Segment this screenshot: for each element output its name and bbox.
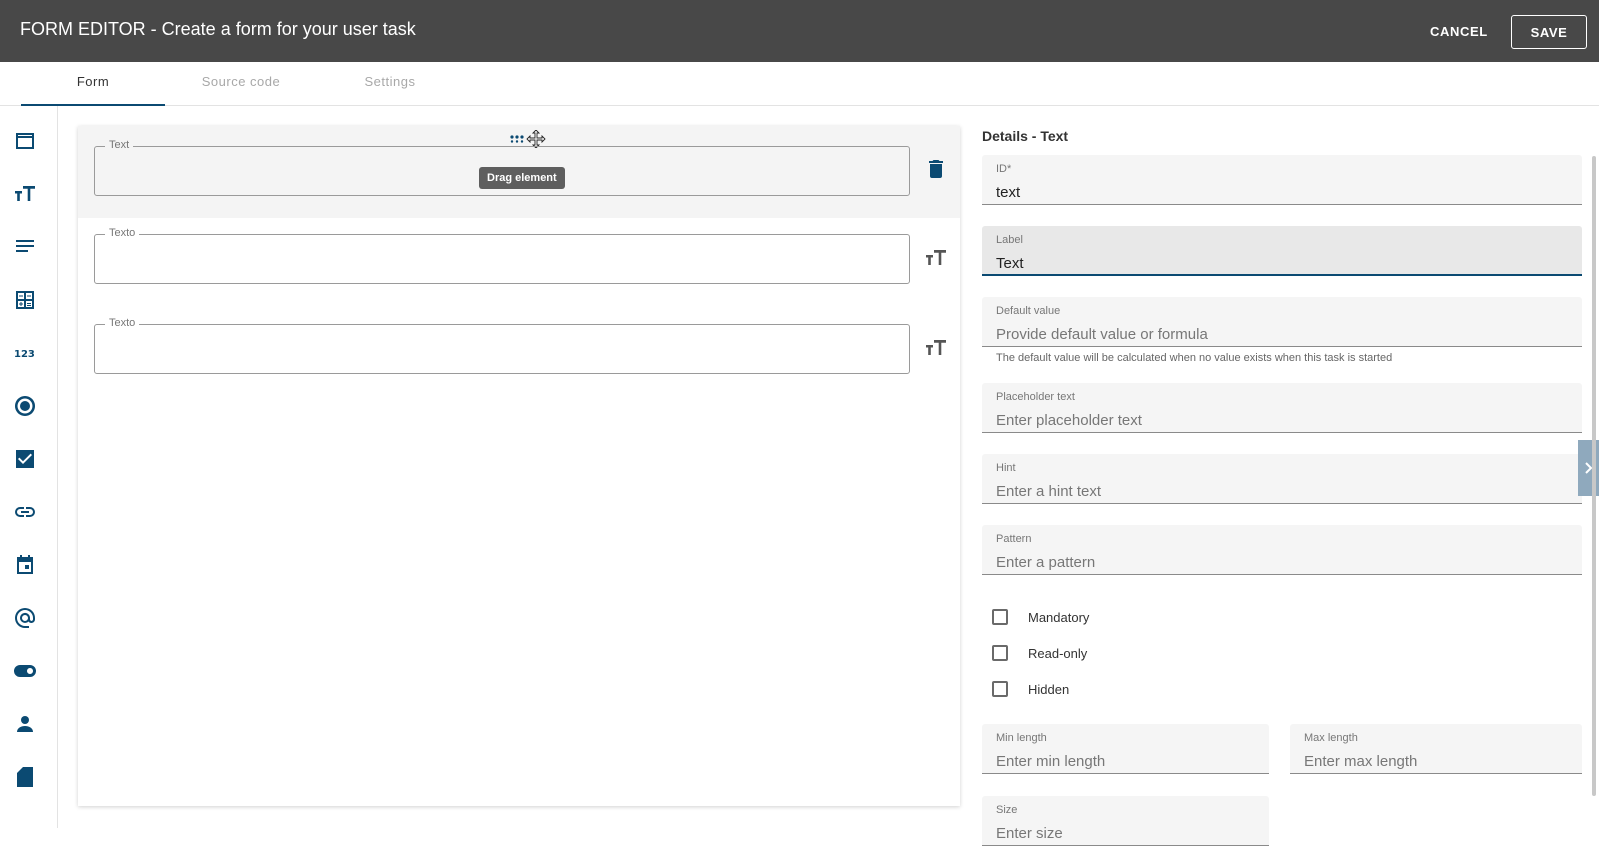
hint-placeholder: Enter a hint text	[996, 483, 1102, 500]
max-length-label: Max length	[1304, 732, 1358, 744]
default-value-hint: The default value will be calculated whe…	[996, 352, 1393, 364]
link-icon[interactable]	[12, 499, 38, 525]
delete-icon[interactable]	[924, 157, 948, 181]
read-only-checkbox-row[interactable]: Read-only	[992, 643, 1087, 663]
calculator-icon[interactable]	[12, 287, 38, 313]
field-label: Texto	[105, 227, 140, 239]
tab-source-code[interactable]: Source code	[165, 62, 317, 106]
hint-field[interactable]: Hint Enter a hint text	[982, 454, 1582, 504]
label-value: Text	[996, 255, 1024, 272]
id-value: text	[996, 184, 1021, 201]
min-length-field[interactable]: Min length Enter min length	[982, 724, 1269, 774]
save-button[interactable]: SAVE	[1511, 15, 1587, 49]
app-header: FORM EDITOR - Create a form for your use…	[0, 0, 1599, 62]
text-field-icon[interactable]	[924, 336, 948, 360]
svg-text:123: 123	[14, 349, 35, 360]
placeholder-text-field[interactable]: Placeholder text Enter placeholder text	[982, 383, 1582, 433]
layout-icon[interactable]	[12, 128, 38, 154]
id-label: ID*	[996, 163, 1012, 175]
hidden-checkbox-row[interactable]: Hidden	[992, 679, 1069, 699]
pattern-field[interactable]: Pattern Enter a pattern	[982, 525, 1582, 575]
details-title: Details - Text	[982, 128, 1069, 144]
read-only-label: Read-only	[1028, 645, 1088, 661]
form-row-text[interactable]: Text Drag element	[78, 126, 960, 218]
min-length-label: Min length	[996, 732, 1047, 744]
texto-field[interactable]: Texto	[94, 317, 910, 374]
size-field[interactable]: Size Enter size	[982, 796, 1269, 846]
hidden-checkbox[interactable]	[992, 681, 1008, 697]
texto-field[interactable]: Texto	[94, 227, 910, 284]
mandatory-checkbox[interactable]	[992, 609, 1008, 625]
max-length-placeholder: Enter max length	[1304, 753, 1418, 770]
tab-bar: Form Source code Settings	[0, 62, 1599, 106]
cancel-button[interactable]: CANCEL	[1418, 16, 1500, 46]
field-label: Text	[105, 139, 134, 151]
mandatory-checkbox-row[interactable]: Mandatory	[992, 607, 1089, 627]
drag-tooltip: Drag element	[479, 167, 565, 189]
person-icon[interactable]	[12, 711, 38, 737]
text-field-icon[interactable]	[924, 246, 948, 270]
email-icon[interactable]	[12, 605, 38, 631]
form-row-texto-2[interactable]: Texto	[78, 310, 960, 402]
placeholder-text-label: Placeholder text	[996, 391, 1075, 403]
size-label: Size	[996, 804, 1018, 816]
element-toolbar: 123	[0, 106, 58, 828]
id-field[interactable]: ID* text	[982, 155, 1582, 205]
label-field[interactable]: Label Text	[982, 226, 1582, 276]
hint-label: Hint	[996, 462, 1016, 474]
default-value-field[interactable]: Default value Provide default value or f…	[982, 297, 1582, 347]
hidden-label: Hidden	[1028, 681, 1070, 697]
number-icon[interactable]: 123	[12, 340, 38, 366]
details-panel: Details - Text ID* text Label Text Defau…	[982, 106, 1582, 846]
calendar-icon[interactable]	[12, 552, 38, 578]
toggle-icon[interactable]	[12, 658, 38, 684]
placeholder-text-placeholder: Enter placeholder text	[996, 412, 1142, 429]
max-length-field[interactable]: Max length Enter max length	[1290, 724, 1582, 774]
default-value-placeholder: Provide default value or formula	[996, 326, 1208, 343]
default-value-label: Default value	[996, 305, 1061, 317]
tab-settings[interactable]: Settings	[317, 62, 463, 106]
read-only-checkbox[interactable]	[992, 645, 1008, 661]
file-icon[interactable]	[12, 764, 38, 790]
details-scrollbar[interactable]	[1592, 156, 1596, 796]
min-length-placeholder: Enter min length	[996, 753, 1106, 770]
text-field-icon[interactable]	[12, 181, 38, 207]
textarea-icon[interactable]	[12, 234, 38, 260]
tab-form[interactable]: Form	[21, 62, 165, 106]
label-label: Label	[996, 234, 1023, 246]
checkbox-icon[interactable]	[12, 446, 38, 472]
field-label: Texto	[105, 317, 140, 329]
mandatory-label: Mandatory	[1028, 609, 1090, 625]
radio-icon[interactable]	[12, 393, 38, 419]
form-canvas: Text Drag element Texto Texto	[78, 126, 960, 806]
pattern-label: Pattern	[996, 533, 1032, 545]
form-row-texto-1[interactable]: Texto	[78, 218, 960, 310]
pattern-placeholder: Enter a pattern	[996, 554, 1096, 571]
page-title: FORM EDITOR - Create a form for your use…	[20, 19, 416, 39]
